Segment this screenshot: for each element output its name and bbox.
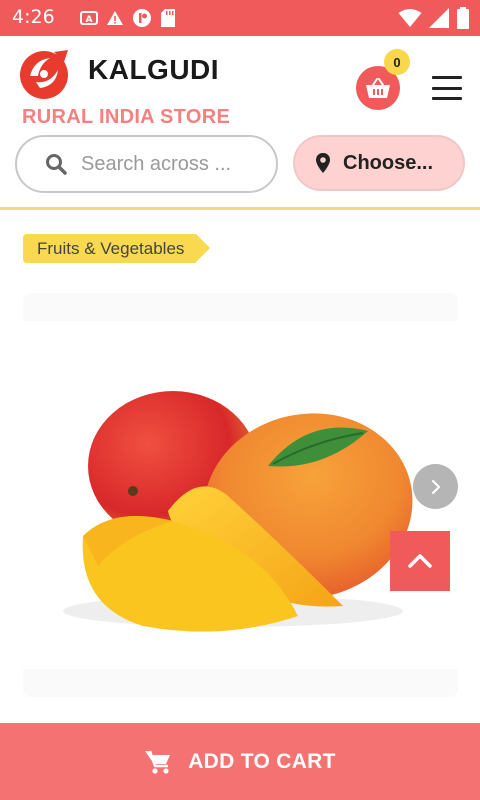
status-right-icons xyxy=(398,7,470,29)
chevron-right-icon xyxy=(431,479,440,494)
menu-line xyxy=(432,97,462,100)
logo-icon xyxy=(20,50,68,99)
carousel-next-button[interactable] xyxy=(413,464,458,509)
shopping-cart-icon xyxy=(145,750,171,774)
info-icon xyxy=(133,9,151,27)
map-pin-icon xyxy=(316,153,330,173)
app-header: KALGUDI RURAL INDIA STORE 0 xyxy=(0,36,480,136)
hamburger-menu-icon[interactable] xyxy=(432,76,462,100)
wifi-icon xyxy=(398,9,422,27)
battery-icon xyxy=(457,7,469,29)
warning-icon xyxy=(107,11,123,25)
search-input[interactable]: Search across ... xyxy=(15,135,278,193)
shopping-basket-icon xyxy=(366,78,390,98)
search-placeholder: Search across ... xyxy=(81,152,232,175)
autofill-icon: A xyxy=(80,11,98,25)
kalgudi-logo[interactable] xyxy=(16,46,74,100)
mango-image xyxy=(63,391,413,632)
search-icon xyxy=(46,154,67,175)
signal-icon xyxy=(429,8,449,28)
menu-line xyxy=(432,76,462,79)
status-left-icons: A xyxy=(80,8,176,28)
category-tag[interactable]: Fruits & Vegetables xyxy=(23,234,211,263)
location-label: Choose... xyxy=(343,151,434,174)
sd-card-icon xyxy=(161,9,175,27)
status-bar: 4:26 A xyxy=(0,0,480,36)
header-divider xyxy=(0,207,480,210)
add-to-cart-button[interactable]: ADD TO CART xyxy=(0,723,480,800)
location-chooser-button[interactable]: Choose... xyxy=(293,135,465,191)
product-image-area xyxy=(23,321,458,669)
product-image-carousel[interactable] xyxy=(23,293,458,697)
status-time: 4:26 xyxy=(12,6,55,28)
store-tagline: RURAL INDIA STORE xyxy=(22,106,231,128)
svg-text:A: A xyxy=(86,15,93,25)
scroll-to-top-button[interactable] xyxy=(390,531,450,591)
cart-count-badge: 0 xyxy=(384,49,410,75)
menu-line xyxy=(432,86,462,90)
chevron-up-icon xyxy=(408,554,432,568)
brand-name: KALGUDI xyxy=(88,54,220,85)
add-to-cart-label: ADD TO CART xyxy=(188,749,336,773)
